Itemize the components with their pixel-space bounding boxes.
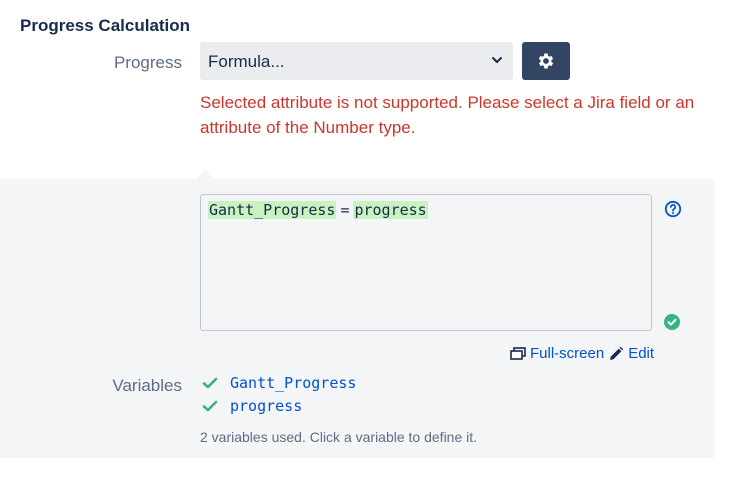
editor-links: Full-screen Edit xyxy=(510,345,654,362)
check-icon xyxy=(202,400,218,412)
panel-pointer xyxy=(196,170,214,179)
check-icon xyxy=(202,377,218,389)
check-circle-icon xyxy=(664,314,680,330)
formula-operator: = xyxy=(340,201,350,219)
section-title: Progress Calculation xyxy=(20,16,191,35)
progress-select-value: Formula... xyxy=(208,52,285,71)
variable-name[interactable]: progress xyxy=(230,397,302,415)
progress-label: Progress xyxy=(113,53,182,72)
edit-label: Edit xyxy=(628,345,655,362)
formula-token-lhs: Gantt_Progress xyxy=(208,201,337,219)
pencil-icon xyxy=(610,346,624,360)
error-message: Selected attribute is not supported. Ple… xyxy=(200,93,695,137)
fullscreen-icon xyxy=(510,346,526,360)
settings-button[interactable] xyxy=(522,42,570,80)
variable-name[interactable]: Gantt_Progress xyxy=(230,374,356,392)
variables-label: Variables xyxy=(112,376,182,395)
fullscreen-label: Full-screen xyxy=(530,345,605,362)
variables-hint: 2 variables used. Click a variable to de… xyxy=(200,429,478,445)
formula-editor[interactable]: Gantt_Progress = progress xyxy=(200,194,652,331)
gear-icon xyxy=(538,53,554,69)
help-icon[interactable] xyxy=(664,200,682,218)
chevron-down-icon xyxy=(492,57,502,63)
variable-item[interactable]: progress xyxy=(202,396,302,416)
variable-item[interactable]: Gantt_Progress xyxy=(202,373,356,393)
progress-select[interactable]: Formula... xyxy=(200,42,513,80)
formula-token-rhs: progress xyxy=(353,201,428,219)
fullscreen-link[interactable]: Full-screen xyxy=(510,345,604,362)
edit-link[interactable]: Edit xyxy=(608,345,654,362)
